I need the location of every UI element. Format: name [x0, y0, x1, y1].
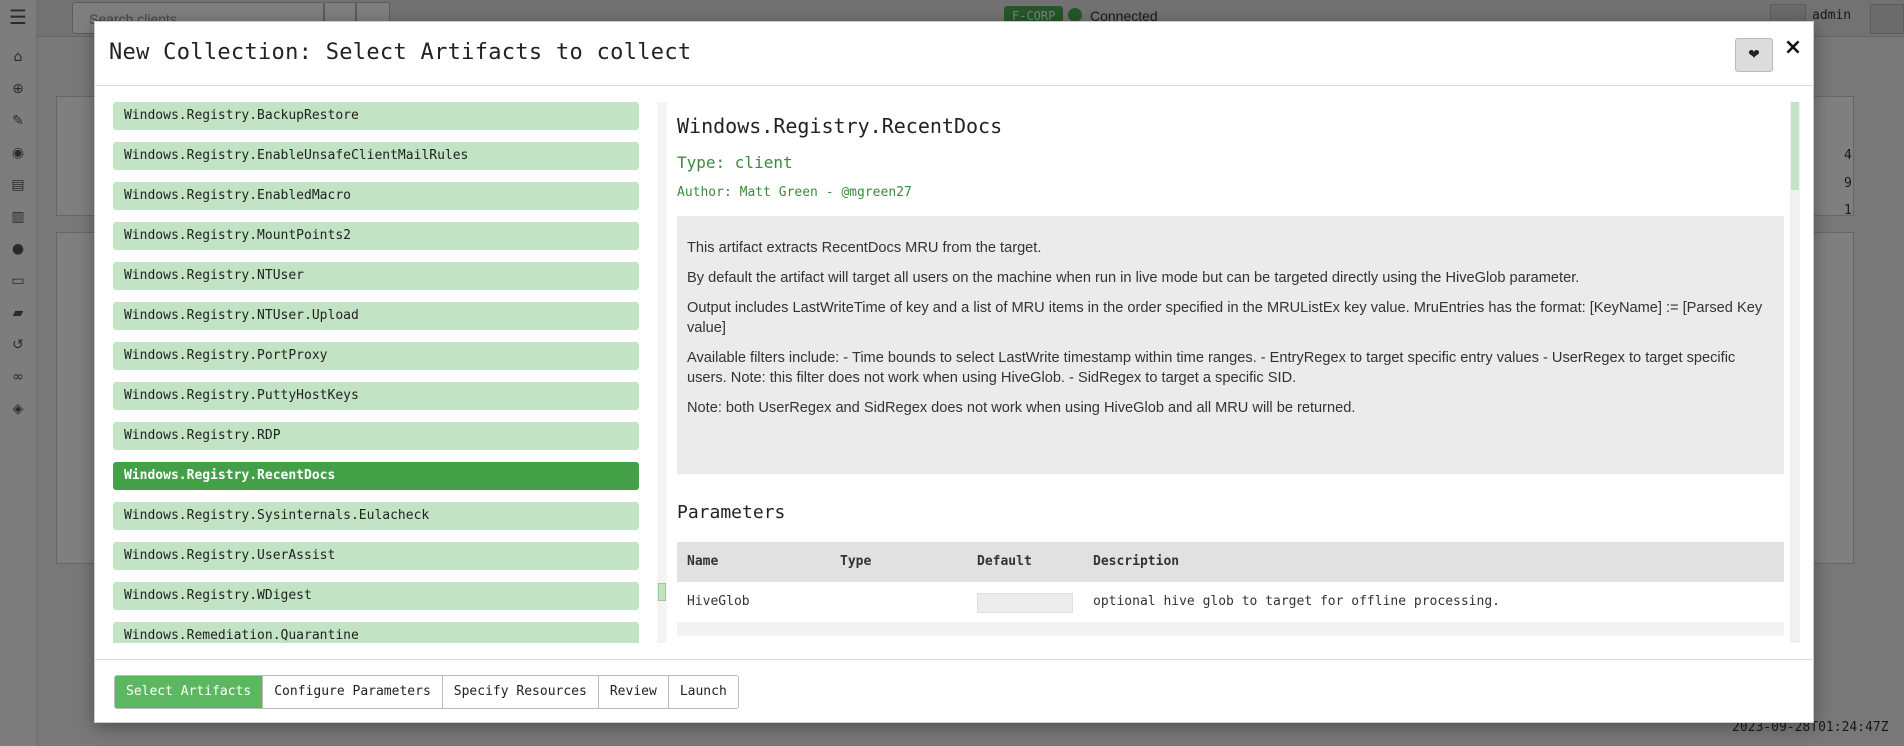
param-name: HiveGlob	[687, 594, 750, 609]
description-paragraph: Note: both UserRegex and SidRegex does n…	[687, 400, 1356, 416]
wizard-steps: Select Artifacts Configure Parameters Spec…	[114, 675, 739, 709]
dialog-title: New Collection: Select Artifacts to coll…	[109, 40, 692, 65]
dialog-header: New Collection: Select Artifacts to coll…	[95, 22, 1813, 86]
artifact-list-item[interactable]: Windows.Registry.NTUser	[113, 262, 639, 290]
details-scrollbar[interactable]	[1790, 102, 1800, 643]
description-paragraph: Available filters include: - Time bounds…	[687, 350, 1736, 386]
favorite-button[interactable]: ❤	[1735, 38, 1773, 72]
step-select-artifacts[interactable]: Select Artifacts	[115, 676, 264, 708]
resize-grip[interactable]	[658, 583, 666, 601]
new-collection-dialog: New Collection: Select Artifacts to coll…	[94, 21, 1814, 723]
artifact-list-item-selected[interactable]: Windows.Registry.RecentDocs	[113, 462, 639, 490]
step-configure-parameters[interactable]: Configure Parameters	[263, 676, 443, 708]
table-row	[677, 622, 1784, 636]
artifact-author: Author: Matt Green - @mgreen27	[677, 185, 912, 200]
column-header-type: Type	[840, 554, 872, 569]
pane-resize-handle[interactable]	[657, 102, 667, 643]
column-header-default: Default	[977, 554, 1032, 569]
heart-icon: ❤	[1748, 47, 1760, 63]
artifact-list-item[interactable]: Windows.Registry.NTUser.Upload	[113, 302, 639, 330]
scrollbar-thumb[interactable]	[1791, 102, 1799, 190]
artifact-list-item[interactable]: Windows.Registry.BackupRestore	[113, 102, 639, 130]
artifact-name: Windows.Registry.RecentDocs	[677, 114, 1003, 138]
description-paragraph: By default the artifact will target all …	[687, 270, 1580, 286]
artifact-type: Type: client	[677, 153, 793, 172]
description-paragraph: This artifact extracts RecentDocs MRU fr…	[687, 240, 1042, 256]
parameters-header-row: Name Type Default Description	[677, 542, 1784, 582]
artifact-list-item[interactable]: Windows.Registry.PortProxy	[113, 342, 639, 370]
description-paragraph: Output includes LastWriteTime of key and…	[687, 300, 1763, 336]
artifact-description: This artifact extracts RecentDocs MRU fr…	[677, 216, 1784, 474]
column-header-description: Description	[1093, 554, 1180, 569]
artifact-list-item[interactable]: Windows.Remediation.Quarantine	[113, 622, 639, 643]
parameters-heading: Parameters	[677, 502, 786, 523]
artifact-list-item[interactable]: Windows.Registry.UserAssist	[113, 542, 639, 570]
artifact-list-item[interactable]: Windows.Registry.PuttyHostKeys	[113, 382, 639, 410]
close-button[interactable]: ×	[1781, 34, 1805, 62]
artifact-list: Windows.Registry.BackupRestore Windows.Re…	[113, 102, 643, 643]
table-row: HiveGlob optional hive glob to target fo…	[677, 582, 1784, 622]
artifact-list-item[interactable]: Windows.Registry.RDP	[113, 422, 639, 450]
param-default-value	[977, 593, 1073, 613]
artifact-list-item[interactable]: Windows.Registry.WDigest	[113, 582, 639, 610]
artifact-list-item[interactable]: Windows.Registry.MountPoints2	[113, 222, 639, 250]
param-description: optional hive glob to target for offline…	[1093, 594, 1500, 609]
column-header-name: Name	[687, 554, 719, 569]
step-review[interactable]: Review	[598, 676, 669, 708]
step-launch[interactable]: Launch	[668, 676, 738, 708]
artifact-list-item[interactable]: Windows.Registry.Sysinternals.Eulacheck	[113, 502, 639, 530]
artifact-details: Windows.Registry.RecentDocs Type: client…	[677, 102, 1784, 643]
step-specify-resources[interactable]: Specify Resources	[442, 676, 599, 708]
dialog-footer: Select Artifacts Configure Parameters Spec…	[95, 659, 1813, 722]
artifact-list-item[interactable]: Windows.Registry.EnabledMacro	[113, 182, 639, 210]
artifact-list-item[interactable]: Windows.Registry.EnableUnsafeClientMailR…	[113, 142, 639, 170]
